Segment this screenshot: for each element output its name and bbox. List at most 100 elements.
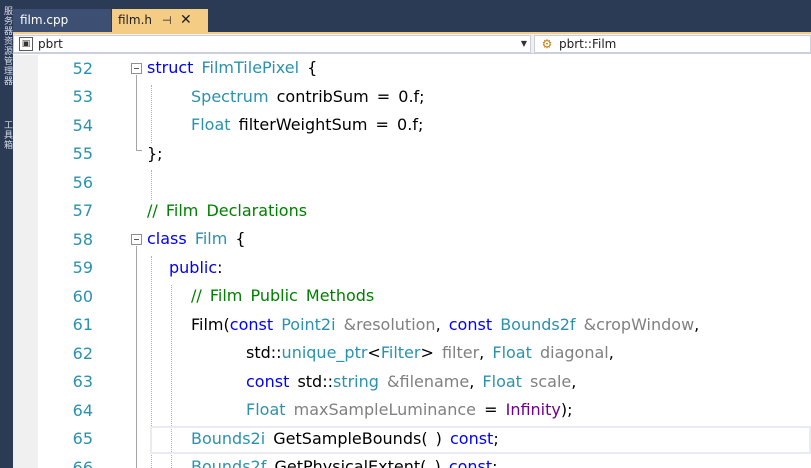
- keyword: struct: [147, 58, 194, 77]
- code-editor[interactable]: 52 53 54 55 56 57 58 59 60 61 62 63 64 6…: [13, 55, 811, 468]
- keyword: const: [448, 457, 493, 468]
- code-line-54: Float filterWeightSum = 0.f;: [191, 111, 423, 139]
- close-icon[interactable]: ✕: [180, 9, 192, 32]
- line-number: 60: [72, 287, 93, 306]
- scope-name: pbrt::Film: [559, 37, 617, 51]
- macro: Infinity: [505, 400, 561, 419]
- colon: :: [217, 258, 223, 277]
- code-line-60: // Film Public Methods: [191, 282, 374, 310]
- type-name: Float: [246, 400, 286, 419]
- function-name: GetSampleBounds( ): [273, 429, 442, 448]
- separator: ,: [479, 343, 485, 362]
- document-tab-bar: film.cpp film.h ⊣ ✕: [13, 9, 811, 32]
- navigation-bar: ▣ pbrt ▼ ⚙ pbrt::Film: [13, 34, 811, 54]
- line-number: 59: [72, 258, 93, 277]
- operator: =: [484, 400, 498, 419]
- collapse-icon[interactable]: [131, 63, 142, 74]
- line-number: 53: [72, 87, 93, 106]
- indent-guide: [151, 170, 152, 200]
- parameter: &cropWindow: [583, 315, 695, 334]
- project-dropdown[interactable]: ▣ pbrt ▼: [13, 35, 531, 53]
- keyword: const: [246, 372, 290, 391]
- line-number: 58: [72, 230, 93, 249]
- keyword: const: [229, 315, 274, 334]
- line-number: 52: [72, 59, 93, 78]
- line-number: 54: [72, 116, 93, 135]
- tab-label: film.cpp: [20, 13, 69, 27]
- code-line-64: Float maxSampleLuminance = Infinity);: [246, 396, 573, 424]
- type-name: Point2i: [281, 315, 336, 334]
- code-line-66: Bounds2f GetPhysicalExtent( ) const;: [191, 453, 498, 468]
- punctuation: ;: [492, 457, 498, 468]
- code-line-59: public:: [169, 254, 223, 282]
- literal: 0.f;: [397, 115, 424, 134]
- side-tool-strip: 服务器资源管理器 工具箱: [0, 0, 13, 468]
- keyword: const: [449, 429, 494, 448]
- toolbox-tab[interactable]: 工具箱: [1, 120, 12, 150]
- punctuation: );: [560, 400, 573, 419]
- brace: };: [147, 144, 163, 163]
- keyword: public: [169, 258, 218, 277]
- code-line-58: class Film {: [147, 225, 246, 253]
- separator: ,: [608, 343, 614, 362]
- separator: ,: [694, 315, 700, 334]
- literal: 0.f;: [398, 87, 425, 106]
- code-line-62: std::unique_ptr<Filter> filter, Float di…: [246, 339, 614, 367]
- code-line-61: Film(const Point2i &resolution, const Bo…: [191, 311, 699, 339]
- parameter: &filename: [387, 372, 470, 391]
- type-name: unique_ptr: [281, 343, 368, 362]
- identifier: contribSum: [276, 87, 369, 106]
- fold-line: [136, 75, 137, 150]
- line-number: 63: [72, 372, 93, 391]
- brace: {: [235, 229, 246, 248]
- tab-film-h[interactable]: film.h ⊣ ✕: [112, 9, 208, 32]
- punctuation: ;: [493, 429, 499, 448]
- type-name: Bounds2f: [191, 457, 267, 468]
- collapse-icon[interactable]: [131, 234, 142, 245]
- indent-guide: [151, 85, 152, 143]
- function-name: GetPhysicalExtent( ): [274, 457, 441, 468]
- namespace: std::: [297, 372, 333, 391]
- chevron-down-icon[interactable]: ▼: [521, 36, 527, 52]
- keyword: class: [147, 229, 187, 248]
- bracket: <: [367, 343, 381, 362]
- class-icon: ⚙: [541, 37, 553, 51]
- line-number: 57: [72, 201, 93, 220]
- type-name: Float: [492, 343, 532, 362]
- type-name: Spectrum: [191, 87, 269, 106]
- type-name: Film: [194, 229, 228, 248]
- line-number: 65: [72, 429, 93, 448]
- operator: =: [375, 115, 389, 134]
- line-number: 56: [72, 173, 93, 192]
- separator: ,: [435, 315, 441, 334]
- line-number: 55: [72, 144, 93, 163]
- parameter: scale: [530, 372, 572, 391]
- keyword: const: [448, 315, 493, 334]
- fold-line-end: [136, 150, 142, 151]
- indicator-margin: [13, 55, 38, 468]
- line-number: 64: [72, 401, 93, 420]
- line-number: 62: [72, 344, 93, 363]
- code-line-63: const std::string &filename, Float scale…: [246, 368, 576, 396]
- type-name: Float: [482, 372, 522, 391]
- namespace: std::: [246, 343, 282, 362]
- separator: ,: [469, 372, 475, 391]
- project-icon: ▣: [19, 37, 33, 51]
- tab-strip-background: [13, 0, 811, 9]
- server-explorer-tab[interactable]: 服务器资源管理器: [1, 6, 12, 86]
- identifier: filterWeightSum: [238, 115, 368, 134]
- code-line-53: Spectrum contribSum = 0.f;: [191, 83, 425, 111]
- type-name: Bounds2i: [191, 429, 266, 448]
- line-number: 66: [72, 458, 93, 468]
- parameter: &resolution: [343, 315, 436, 334]
- tab-film-cpp[interactable]: film.cpp: [13, 9, 111, 32]
- code-line-57: // Film Declarations: [147, 197, 307, 225]
- parameter: filter: [441, 343, 480, 362]
- scope-dropdown[interactable]: ⚙ pbrt::Film: [534, 35, 811, 53]
- parameter: maxSampleLuminance: [293, 400, 476, 419]
- type-name: Filter: [380, 343, 421, 362]
- pin-icon[interactable]: ⊣: [162, 9, 172, 32]
- type-name: string: [332, 372, 379, 391]
- code-line-55: };: [147, 140, 163, 168]
- comment: // Film Declarations: [147, 201, 308, 220]
